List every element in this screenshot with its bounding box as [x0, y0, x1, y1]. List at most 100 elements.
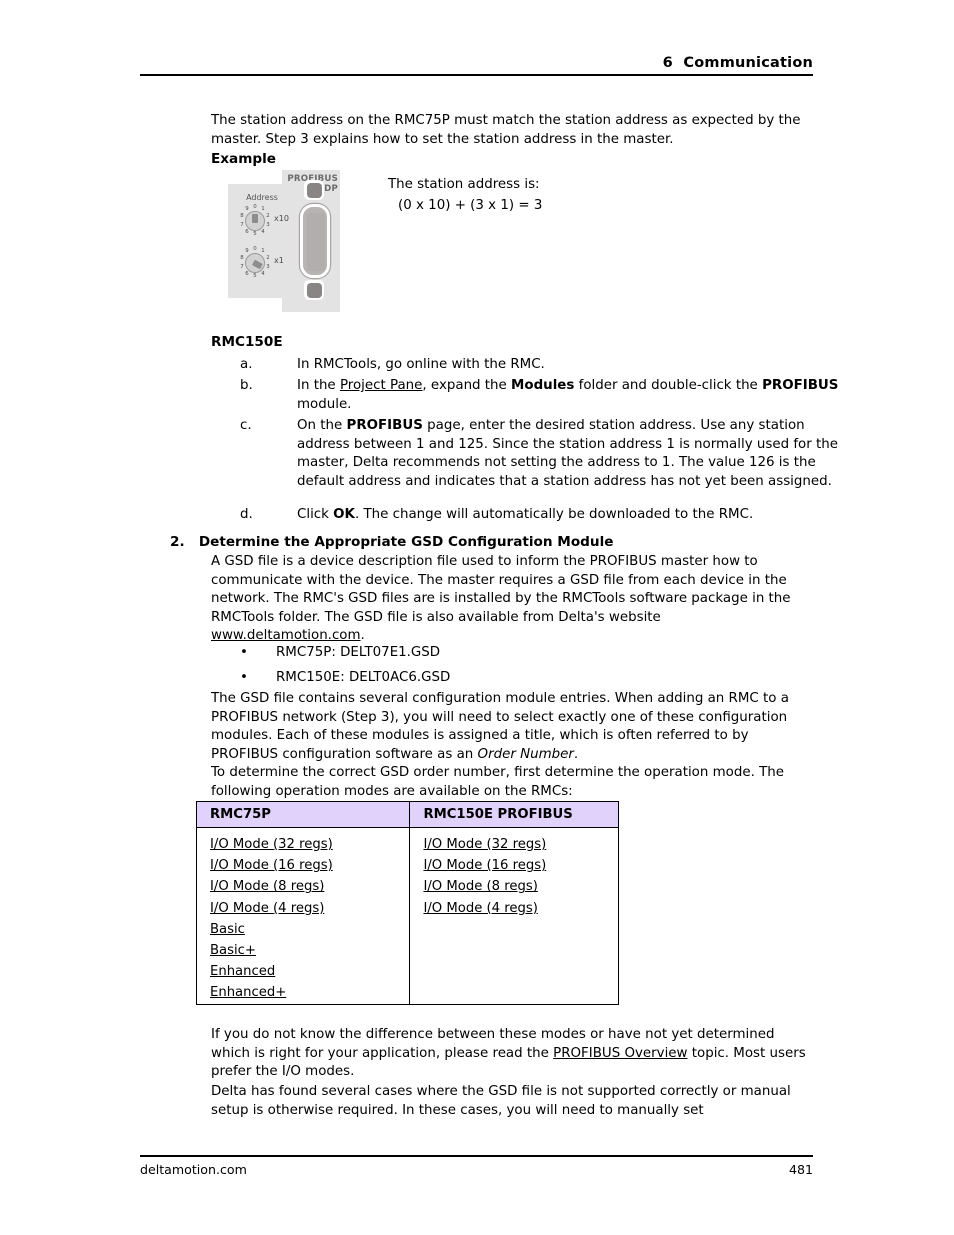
list-item: I/O Mode (16 regs)	[423, 855, 618, 876]
mode-link[interactable]: Basic	[210, 922, 245, 937]
underlined-term: Project Pane	[339, 378, 423, 393]
table-cell-rmc75p-modes: I/O Mode (32 regs) I/O Mode (16 regs) I/O …	[195, 827, 411, 1005]
step2-paragraph-4: If you do not know the difference betwee…	[211, 1026, 815, 1082]
list-item: I/O Mode (8 regs)	[423, 876, 618, 897]
list-item-b: b. In the Project Pane, expand the Modul…	[240, 377, 845, 414]
switch-multiplier-x10: x10	[274, 214, 289, 223]
list-marker-c: c.	[240, 418, 252, 433]
list-item: I/O Mode (32 regs)	[210, 834, 409, 855]
mode-link[interactable]: I/O Mode (4 regs)	[210, 901, 324, 916]
text-run: .	[573, 746, 579, 762]
dsub-9pin-connector	[300, 204, 330, 278]
rotary-switch-x10[interactable]: 0 1 2 3 4 5 6 7 8 9	[238, 204, 272, 238]
emphasis-bold: PROFIBUS	[762, 378, 839, 393]
text-run: , expand the	[422, 378, 512, 393]
mode-link[interactable]: Enhanced+	[210, 985, 286, 1000]
list-marker-b: b.	[240, 378, 253, 393]
mode-link[interactable]: I/O Mode (32 regs)	[210, 837, 333, 852]
text-run: Click	[297, 507, 334, 522]
mode-link[interactable]: I/O Mode (16 regs)	[210, 858, 333, 873]
table-header-rmc150e: RMC150E PROFIBUS	[409, 801, 619, 828]
example-caption-line1: The station address is:	[388, 177, 540, 192]
step2-paragraph-2: The GSD file contains several configurat…	[211, 690, 815, 764]
profibus-connector-figure: PROFIBUS DP Address 0 1 2 3 4 5 6 7 8 9	[228, 170, 340, 312]
text-run: folder and double-click the	[574, 378, 763, 393]
list-item: I/O Mode (16 regs)	[210, 855, 409, 876]
mode-link[interactable]: I/O Mode (8 regs)	[423, 879, 537, 894]
inline-link[interactable]: www.deltamotion.com	[211, 628, 361, 643]
list-item: I/O Mode (4 regs)	[210, 898, 409, 919]
list-item: I/O Mode (8 regs)	[210, 876, 409, 897]
text-run: . The change will automatically be downl…	[354, 507, 754, 522]
page-running-header: 6 Communication	[140, 52, 813, 72]
list-text-d: Click OK. The change will automatically …	[297, 506, 845, 525]
mode-link[interactable]: I/O Mode (32 regs)	[423, 837, 546, 852]
step2-paragraph-5: Delta has found several cases where the …	[211, 1084, 791, 1118]
emphasis-bold: PROFIBUS	[346, 418, 423, 433]
list-item-c: c. On the PROFIBUS page, enter the desir…	[240, 417, 845, 491]
mode-link[interactable]: Basic+	[210, 943, 256, 958]
list-item-d: d. Click OK. The change will automatical…	[240, 506, 845, 525]
connector-screw-bottom	[304, 280, 324, 300]
table-header-rmc75p: RMC75P	[195, 801, 411, 828]
mode-link[interactable]: I/O Mode (4 regs)	[423, 901, 537, 916]
chapter-heading: 6 Communication	[662, 55, 813, 71]
step2-number: 2.	[170, 534, 185, 550]
gsd-file-item-rmc75p: • RMC75P: DELT07E1.GSD	[240, 644, 440, 663]
rotary-switch-x1[interactable]: 0 1 2 3 4 5 6 7 8 9	[238, 246, 272, 280]
list-item: Basic	[210, 919, 409, 940]
bullet-icon: •	[240, 670, 248, 685]
rmc75p-mode-list: I/O Mode (32 regs) I/O Mode (16 regs) I/O …	[210, 828, 409, 1004]
example-label: Example	[211, 151, 277, 167]
gsd-file-text: RMC150E: DELT0AC6.GSD	[276, 670, 451, 685]
footer-divider-rule	[140, 1155, 813, 1157]
intro-paragraph: The station address on the RMC75P must m…	[211, 113, 801, 147]
example-caption-line2: (0 x 10) + (3 x 1) = 3	[398, 198, 543, 213]
text-run: On the	[297, 418, 347, 433]
connector-housing: PROFIBUS DP Address 0 1 2 3 4 5 6 7 8 9	[228, 170, 340, 312]
mode-link[interactable]: Enhanced	[210, 964, 275, 979]
step2-paragraph-1: A GSD file is a device description file …	[211, 553, 815, 646]
list-item: Enhanced	[210, 961, 409, 982]
switch-pointer-x10	[252, 214, 258, 223]
address-label: Address	[246, 193, 278, 202]
inline-link[interactable]: PROFIBUS Overview	[553, 1046, 687, 1061]
gsd-file-item-rmc150e: • RMC150E: DELT0AC6.GSD	[240, 669, 450, 688]
list-item: I/O Mode (4 regs)	[423, 898, 618, 919]
document-page: 6 Communication The station address on t…	[0, 0, 954, 1235]
table-cell-rmc150e-modes: I/O Mode (32 regs) I/O Mode (16 regs) I/O …	[409, 827, 619, 1005]
step2-paragraph-3: To determine the correct GSD order numbe…	[211, 765, 784, 799]
table-row: I/O Mode (32 regs) I/O Mode (16 regs) I/O …	[195, 827, 619, 1005]
list-marker-a: a.	[240, 357, 253, 372]
list-text-a: In RMCTools, go online with the RMC.	[297, 356, 845, 375]
connector-screw-top	[304, 180, 324, 200]
switch-multiplier-x1: x1	[274, 256, 284, 265]
gsd-file-text: RMC75P: DELT07E1.GSD	[276, 645, 441, 660]
footer-page-number: 481	[788, 1162, 813, 1177]
operation-modes-table: RMC75P RMC150E PROFIBUS I/O Mode (32 reg…	[195, 801, 619, 1005]
list-item: I/O Mode (32 regs)	[423, 834, 618, 855]
emphasis-bold: Modules	[511, 378, 575, 393]
mode-link[interactable]: I/O Mode (8 regs)	[210, 879, 324, 894]
text-run: .	[360, 628, 365, 644]
list-text-c: On the PROFIBUS page, enter the desired …	[297, 417, 845, 491]
step2-heading: 2. Determine the Appropriate GSD Configu…	[170, 533, 815, 552]
header-divider-rule	[140, 74, 813, 76]
step2-heading-text: Determine the Appropriate GSD Configurat…	[198, 534, 614, 550]
text-run: In the	[297, 378, 340, 393]
rmc150e-mode-list: I/O Mode (32 regs) I/O Mode (16 regs) I/O …	[423, 828, 618, 919]
text-run: module.	[297, 396, 352, 412]
text-run: A GSD file is a device description file …	[211, 554, 791, 625]
list-item: Basic+	[210, 940, 409, 961]
text-run: In RMCTools, go online with the RMC.	[297, 357, 545, 372]
list-marker-d: d.	[240, 507, 253, 522]
mode-link[interactable]: I/O Mode (16 regs)	[423, 858, 546, 873]
table-header-row: RMC75P RMC150E PROFIBUS	[195, 801, 619, 828]
emphasis-bold: OK	[333, 507, 355, 522]
list-item-a: a. In RMCTools, go online with the RMC.	[240, 356, 845, 375]
rmc150e-heading: RMC150E	[211, 334, 283, 350]
emphasis-italic: Order Number	[477, 746, 574, 762]
example-caption: The station address is: (0 x 10) + (3 x …	[388, 174, 542, 216]
list-item: Enhanced+	[210, 982, 409, 1003]
bullet-icon: •	[240, 645, 248, 660]
